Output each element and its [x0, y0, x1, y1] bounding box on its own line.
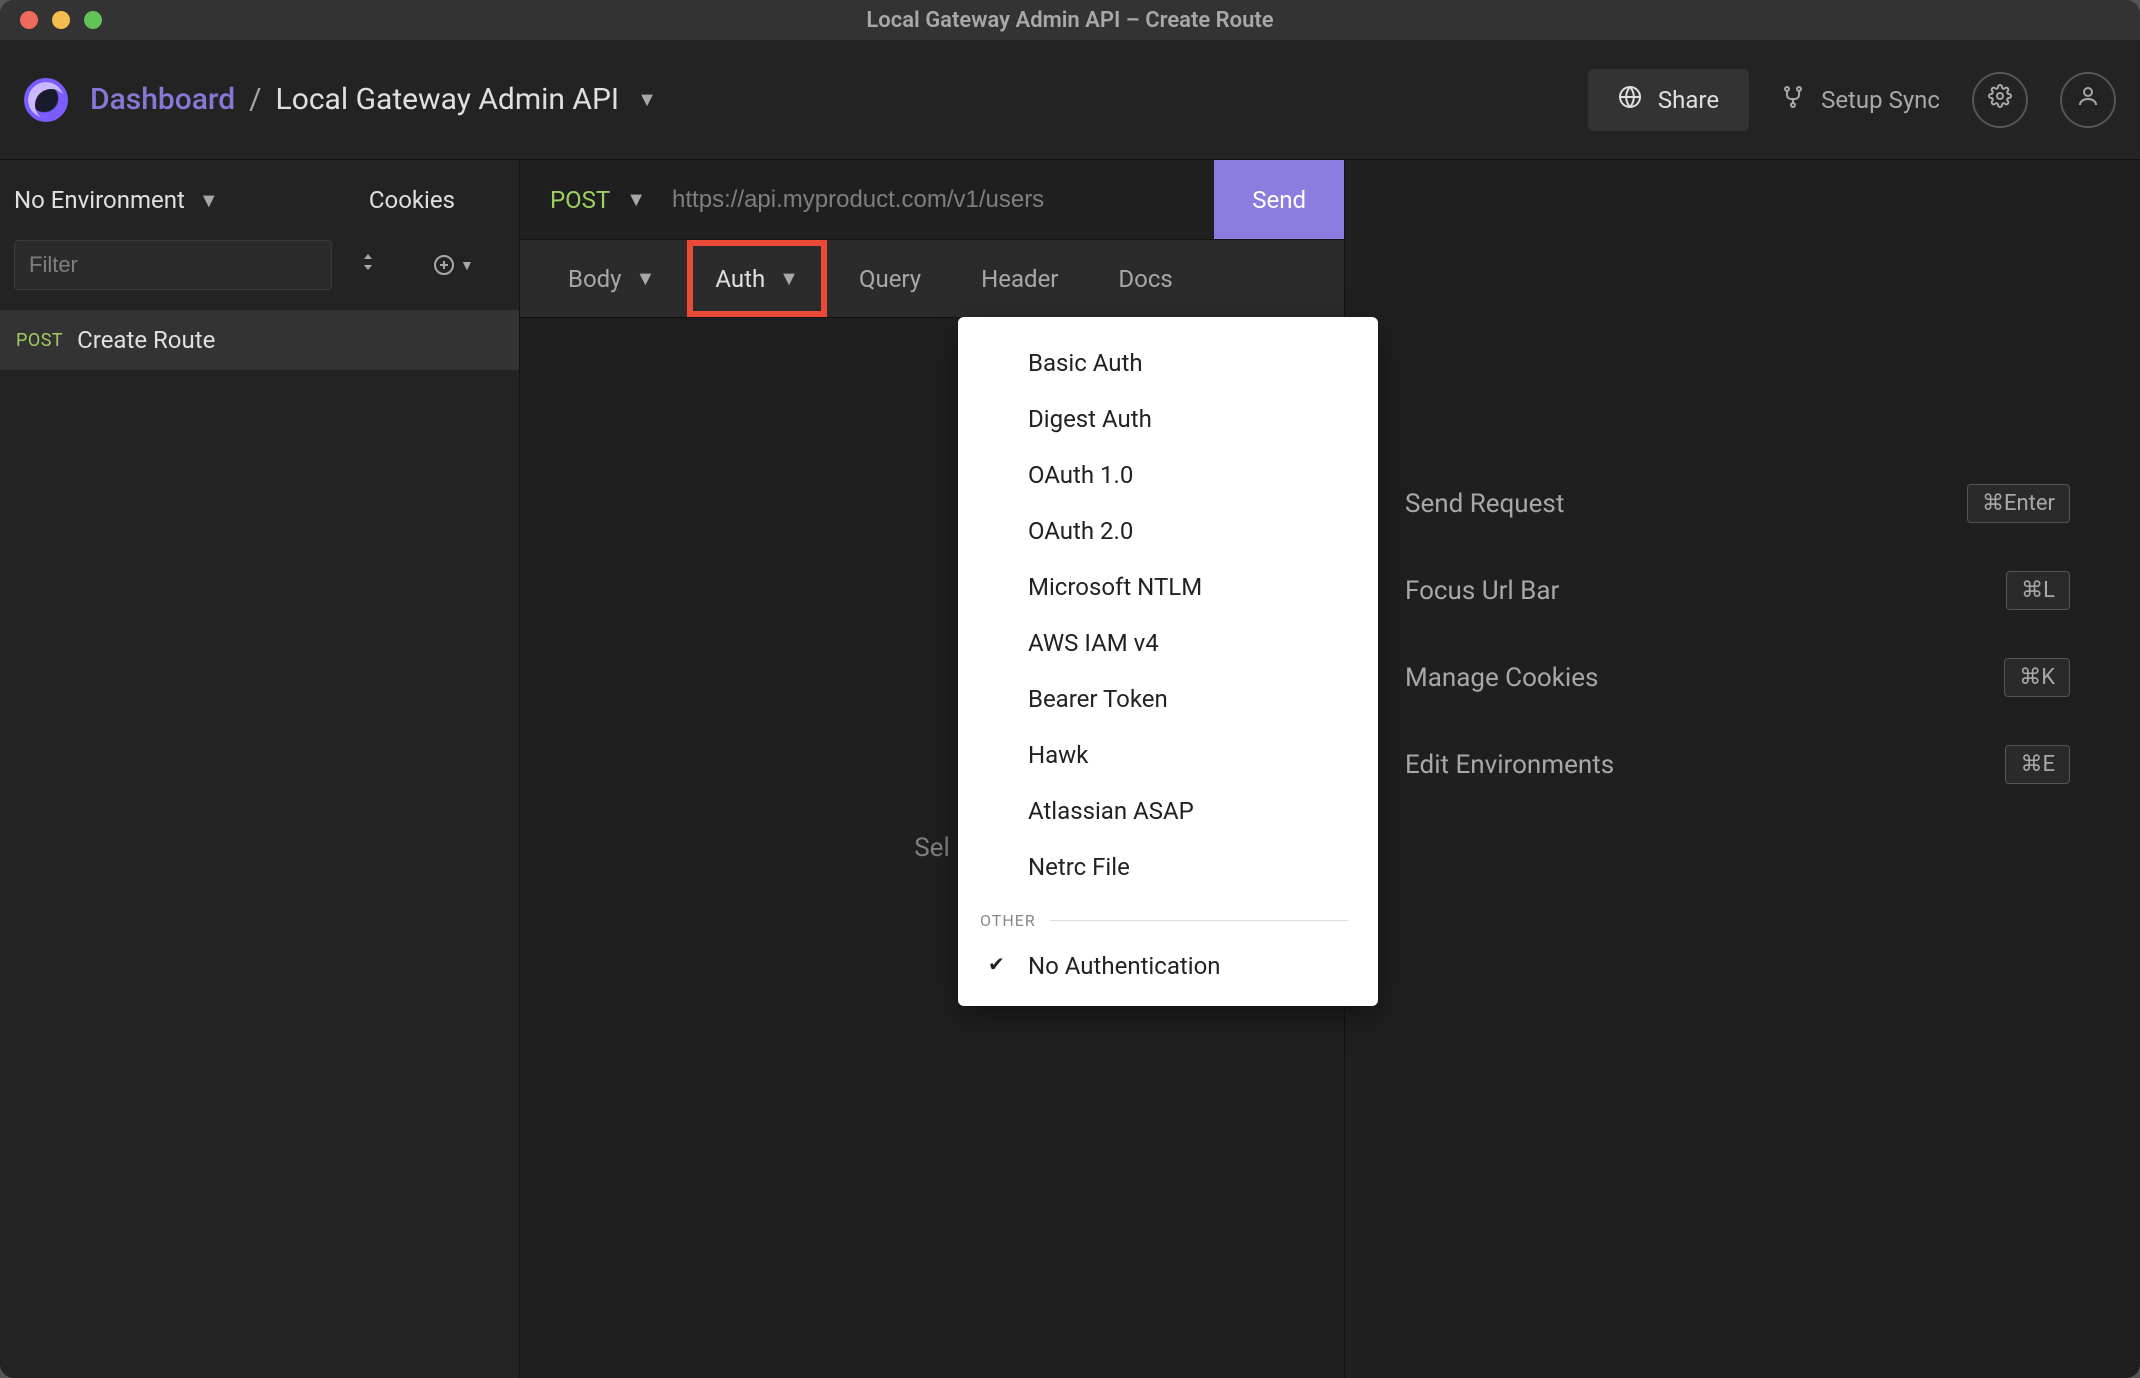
setup-sync-label: Setup Sync: [1821, 86, 1940, 114]
shortcut-label: Send Request: [1405, 489, 1564, 519]
shortcut-key: ⌘K: [2004, 658, 2070, 697]
request-list: POST Create Route: [0, 310, 519, 1378]
shortcut-send-request[interactable]: Send Request ⌘Enter: [1345, 460, 2140, 547]
send-button[interactable]: Send: [1214, 160, 1344, 239]
settings-button[interactable]: [1972, 72, 2028, 128]
environment-selector[interactable]: No Environment ▼: [14, 186, 219, 214]
close-window-button[interactable]: [20, 11, 38, 29]
auth-option-oauth1[interactable]: OAuth 1.0: [958, 447, 1378, 503]
share-label: Share: [1658, 86, 1719, 114]
sort-icon[interactable]: [348, 246, 388, 284]
shortcut-key: ⌘Enter: [1967, 484, 2070, 523]
breadcrumb-project[interactable]: Local Gateway Admin API: [276, 82, 620, 117]
auth-option-ntlm[interactable]: Microsoft NTLM: [958, 559, 1378, 615]
auth-dropdown-menu: Basic Auth Digest Auth OAuth 1.0 OAuth 2…: [958, 317, 1378, 1006]
request-tabs: Body ▼ Auth ▼ Query Header Docs: [520, 240, 1344, 318]
divider: [1050, 920, 1348, 921]
auth-section-other: OTHER: [958, 895, 1378, 938]
tab-label: Body: [568, 265, 622, 293]
method-badge: POST: [16, 330, 63, 351]
shortcut-label: Edit Environments: [1405, 750, 1614, 780]
auth-option-asap[interactable]: Atlassian ASAP: [958, 783, 1378, 839]
maximize-window-button[interactable]: [84, 11, 102, 29]
auth-option-basic[interactable]: Basic Auth: [958, 335, 1378, 391]
tab-label: Docs: [1118, 265, 1172, 293]
request-list-item[interactable]: POST Create Route: [0, 310, 519, 370]
tab-label: Header: [981, 265, 1058, 293]
globe-icon: [1618, 85, 1642, 115]
user-icon: [2076, 84, 2100, 115]
branch-icon: [1781, 85, 1805, 115]
response-panel: Send Request ⌘Enter Focus Url Bar ⌘L Man…: [1345, 160, 2140, 1378]
method-selector[interactable]: POST ▼: [520, 186, 668, 214]
account-button[interactable]: [2060, 72, 2116, 128]
shortcut-key: ⌘E: [2005, 745, 2070, 784]
add-request-button[interactable]: ▼: [424, 249, 482, 281]
sidebar: No Environment ▼ Cookies ▼ POST Create: [0, 160, 520, 1378]
chevron-down-icon: ▼: [199, 188, 219, 213]
auth-option-awsiam[interactable]: AWS IAM v4: [958, 615, 1378, 671]
section-label: OTHER: [980, 911, 1036, 930]
auth-option-oauth2[interactable]: OAuth 2.0: [958, 503, 1378, 559]
auth-option-hawk[interactable]: Hawk: [958, 727, 1378, 783]
environment-label: No Environment: [14, 186, 185, 214]
top-nav: Dashboard / Local Gateway Admin API ▼ Sh…: [0, 40, 2140, 160]
app-logo-icon: [24, 78, 68, 122]
auth-option-bearer[interactable]: Bearer Token: [958, 671, 1378, 727]
shortcut-label: Manage Cookies: [1405, 663, 1598, 693]
main-area: No Environment ▼ Cookies ▼ POST Create: [0, 160, 2140, 1378]
breadcrumb: Dashboard / Local Gateway Admin API ▼: [90, 82, 1588, 117]
traffic-lights: [20, 11, 102, 29]
chevron-down-icon: ▼: [779, 266, 799, 291]
breadcrumb-dashboard[interactable]: Dashboard: [90, 82, 235, 117]
shortcut-key: ⌘L: [2006, 571, 2070, 610]
sidebar-filter-row: ▼: [0, 240, 519, 310]
url-row: POST ▼ Send: [520, 160, 1344, 240]
filter-input[interactable]: [14, 240, 332, 290]
request-name: Create Route: [77, 326, 215, 354]
chevron-down-icon: ▼: [636, 266, 656, 291]
breadcrumb-separator: /: [249, 82, 261, 117]
tab-query[interactable]: Query: [831, 240, 949, 317]
setup-sync-button[interactable]: Setup Sync: [1781, 85, 1940, 115]
tab-label: Query: [859, 265, 921, 293]
chevron-down-icon[interactable]: ▼: [637, 87, 657, 112]
tab-auth[interactable]: Auth ▼: [687, 240, 827, 317]
shortcut-manage-cookies[interactable]: Manage Cookies ⌘K: [1345, 634, 2140, 721]
shortcut-focus-url[interactable]: Focus Url Bar ⌘L: [1345, 547, 2140, 634]
top-nav-actions: Share Setup Sync: [1588, 69, 2116, 131]
titlebar: Local Gateway Admin API – Create Route: [0, 0, 2140, 40]
body-hint-text: Sel: [914, 833, 950, 863]
cookies-button[interactable]: Cookies: [369, 186, 455, 214]
request-panel: POST ▼ Send Body ▼ Auth ▼ Query: [520, 160, 1345, 1378]
shortcut-label: Focus Url Bar: [1405, 576, 1559, 606]
url-input[interactable]: [668, 160, 1214, 239]
tab-header[interactable]: Header: [953, 240, 1086, 317]
sidebar-top-row: No Environment ▼ Cookies: [0, 160, 519, 240]
tab-label: Auth: [715, 265, 765, 293]
window-title: Local Gateway Admin API – Create Route: [866, 8, 1273, 33]
auth-option-digest[interactable]: Digest Auth: [958, 391, 1378, 447]
shortcut-edit-environments[interactable]: Edit Environments ⌘E: [1345, 721, 2140, 808]
tab-body[interactable]: Body ▼: [540, 240, 683, 317]
minimize-window-button[interactable]: [52, 11, 70, 29]
app-window: Local Gateway Admin API – Create Route D…: [0, 0, 2140, 1378]
gear-icon: [1988, 84, 2012, 115]
share-button[interactable]: Share: [1588, 69, 1749, 131]
method-label: POST: [550, 186, 610, 214]
send-label: Send: [1252, 186, 1306, 214]
chevron-down-icon: ▼: [626, 187, 646, 212]
tab-docs[interactable]: Docs: [1090, 240, 1200, 317]
auth-option-netrc[interactable]: Netrc File: [958, 839, 1378, 895]
auth-option-none[interactable]: No Authentication: [958, 938, 1378, 994]
